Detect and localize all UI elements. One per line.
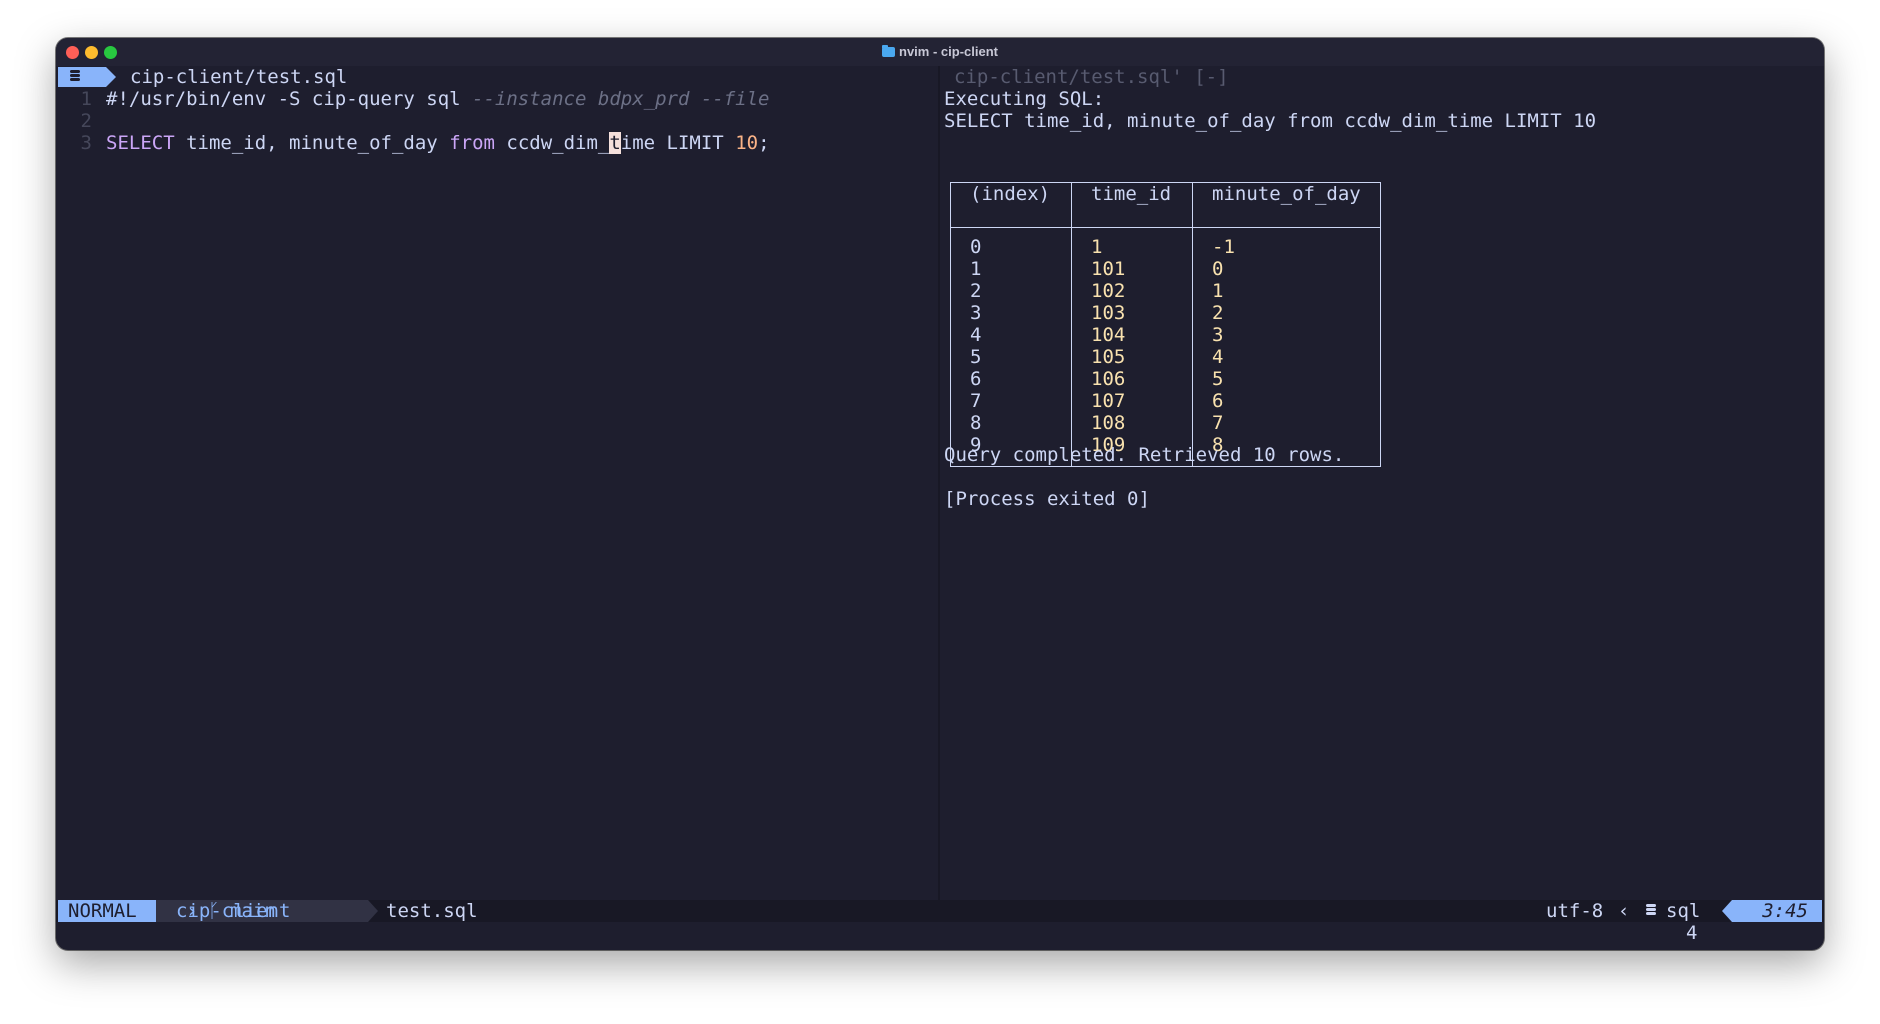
code-token: from: [449, 132, 495, 154]
cell-index: 6: [950, 368, 1072, 390]
code-token: ;: [758, 132, 770, 154]
cell-index: 5: [950, 346, 1072, 368]
code-token: SELECT: [106, 132, 175, 154]
git-branch-name: main: [230, 900, 276, 922]
code-token: --instance bdpx_prd --file: [472, 88, 770, 110]
table-row: 0 1 -1: [950, 227, 1381, 258]
terminal-pane[interactable]: cip-client/test.sql' [-] Executing SQL: …: [940, 66, 1824, 900]
code-token: ccdw_dim_: [494, 132, 610, 154]
database-icon: [70, 70, 80, 84]
chevron-left-icon: ‹: [1618, 900, 1630, 922]
cell-index: 3: [950, 302, 1072, 324]
cell-minute-of-day: -1: [1192, 227, 1381, 258]
code-text: SELECT time_id, minute_of_day from ccdw_…: [106, 132, 770, 154]
table-row: 8 108 7: [950, 412, 1381, 434]
file-encoding: utf-8: [1546, 900, 1604, 922]
editor-pane[interactable]: cip-client/test.sql 1 #!/usr/bin/env -S c…: [56, 66, 938, 900]
cell-minute-of-day: 3: [1192, 324, 1381, 346]
cell-index: 7: [950, 390, 1072, 412]
git-branch-icon: ᚴ: [208, 900, 220, 922]
table-row: 6 106 5: [950, 368, 1381, 390]
line-number: 1: [80, 88, 92, 110]
terminal-window: nvim - cip-client cip-client/test.sql 1 #…: [56, 38, 1824, 950]
line-number: 2: [80, 110, 92, 132]
table-header-row: (index) time_id minute_of_day: [950, 182, 1381, 228]
table-header: minute_of_day: [1192, 182, 1381, 228]
cell-time-id: 1: [1071, 227, 1193, 258]
chevron-right-icon: ›: [186, 900, 198, 922]
cell-time-id: 108: [1071, 412, 1193, 434]
table-row: 7 107 6: [950, 390, 1381, 412]
executed-query: SELECT time_id, minute_of_day from ccdw_…: [944, 110, 1597, 132]
statusline: NORMAL cip-client › ᚴ main test.sql utf-…: [56, 900, 1824, 922]
table-row: 4 104 3: [950, 324, 1381, 346]
code-token: time_id, minute_of_day: [174, 132, 450, 154]
cell-minute-of-day: 0: [1192, 258, 1381, 280]
buffer-segment[interactable]: [58, 67, 116, 87]
table-row: 1 101 0: [950, 258, 1381, 280]
cell-time-id: 104: [1071, 324, 1193, 346]
code-token: #!/usr/bin/env -S cip-query sql: [106, 88, 473, 110]
cell-index: 0: [950, 227, 1072, 258]
table-header: time_id: [1071, 182, 1193, 228]
executing-label: Executing SQL:: [944, 88, 1105, 110]
text-cursor: t: [609, 132, 621, 154]
cell-index: 1: [950, 258, 1072, 280]
process-exit-message: [Process exited 0]: [944, 488, 1150, 510]
filetype: sql: [1666, 900, 1701, 922]
result-table: (index) time_id minute_of_day 0 1 -1 1 101 0 2…: [950, 182, 1381, 467]
folder-icon: [882, 45, 896, 57]
cell-minute-of-day: 2: [1192, 302, 1381, 324]
cursor-position: 3:45: [1722, 900, 1822, 922]
table-row: 3 103 2: [950, 302, 1381, 324]
cell-time-id: 102: [1071, 280, 1193, 302]
table-row: 5 105 4: [950, 346, 1381, 368]
code-token: ime LIMIT: [620, 132, 736, 154]
cell-index: 2: [950, 280, 1072, 302]
result-table-body: 0 1 -1 1 101 0 2 102 1 3 103 2 4 104 3 5 105 4 6 106 5 7 107 6 8…: [950, 227, 1381, 467]
cell-index: 8: [950, 412, 1072, 434]
window-title-text: nvim - cip-client: [899, 44, 998, 59]
code-text: #!/usr/bin/env -S cip-query sql --instan…: [106, 88, 769, 110]
cell-time-id: 101: [1071, 258, 1193, 280]
cell-minute-of-day: 1: [1192, 280, 1381, 302]
command-line[interactable]: 4: [56, 922, 1824, 944]
cell-time-id: 103: [1071, 302, 1193, 324]
cell-minute-of-day: 5: [1192, 368, 1381, 390]
cell-index: 4: [950, 324, 1072, 346]
status-filename: test.sql: [386, 900, 478, 922]
editor-tabline: cip-client/test.sql: [56, 66, 938, 88]
table-row: 2 102 1: [950, 280, 1381, 302]
code-token: 10: [735, 132, 759, 154]
terminal-title: cip-client/test.sql' [-]: [954, 66, 1229, 88]
mode-indicator: NORMAL: [58, 900, 166, 922]
line-number: 3: [80, 132, 92, 154]
completion-message: Query completed. Retrieved 10 rows.: [944, 444, 1345, 466]
table-header: (index): [950, 182, 1072, 228]
title-bar: nvim - cip-client: [56, 38, 1824, 66]
cell-time-id: 105: [1071, 346, 1193, 368]
window-title: nvim - cip-client: [56, 44, 1824, 59]
cell-minute-of-day: 4: [1192, 346, 1381, 368]
cmdline-count: 4: [1686, 922, 1698, 944]
database-icon: [1646, 904, 1656, 918]
cell-time-id: 107: [1071, 390, 1193, 412]
editor-tab-filename[interactable]: cip-client/test.sql: [130, 66, 347, 88]
cell-time-id: 106: [1071, 368, 1193, 390]
cell-minute-of-day: 6: [1192, 390, 1381, 412]
cell-minute-of-day: 7: [1192, 412, 1381, 434]
